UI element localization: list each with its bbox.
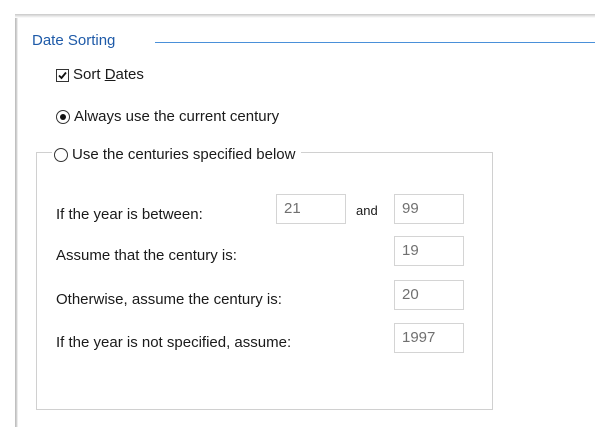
panel-left-border — [0, 0, 18, 427]
use-specified-centuries-radio[interactable] — [54, 148, 68, 162]
always-current-century-radio-row[interactable]: Always use the current century — [56, 108, 279, 126]
checkmark-icon — [58, 71, 67, 79]
otherwise-century-field[interactable]: 20 — [394, 280, 464, 310]
use-specified-centuries-label: Use the centuries specified below — [72, 146, 296, 163]
always-current-century-radio[interactable] — [56, 110, 70, 124]
assume-century-field[interactable]: 19 — [394, 236, 464, 266]
sort-dates-checkbox-row[interactable]: Sort Dates — [56, 66, 144, 84]
use-specified-centuries-radio-row[interactable]: Use the centuries specified below — [52, 146, 302, 164]
year-between-label: If the year is between: — [56, 206, 203, 223]
and-label: and — [356, 203, 378, 218]
options-panel: Date Sorting Sort Dates Always use the c… — [0, 0, 595, 427]
unspecified-year-label: If the year is not specified, assume: — [56, 334, 292, 351]
sort-dates-checkbox[interactable] — [56, 68, 69, 82]
always-current-century-label: Always use the current century — [74, 108, 280, 125]
assume-century-label: Assume that the century is: — [56, 247, 237, 264]
unspecified-year-field[interactable]: 1997 — [394, 323, 464, 353]
radio-selected-dot — [60, 114, 66, 120]
year-from-field[interactable]: 21 — [276, 194, 346, 224]
year-to-field[interactable]: 99 — [394, 194, 464, 224]
panel-top-border — [15, 0, 595, 18]
group-title-date-sorting: Date Sorting — [32, 32, 124, 50]
sort-dates-label: Sort Dates — [73, 66, 144, 83]
otherwise-century-label: Otherwise, assume the century is: — [56, 291, 282, 308]
group-separator-line — [155, 42, 595, 43]
